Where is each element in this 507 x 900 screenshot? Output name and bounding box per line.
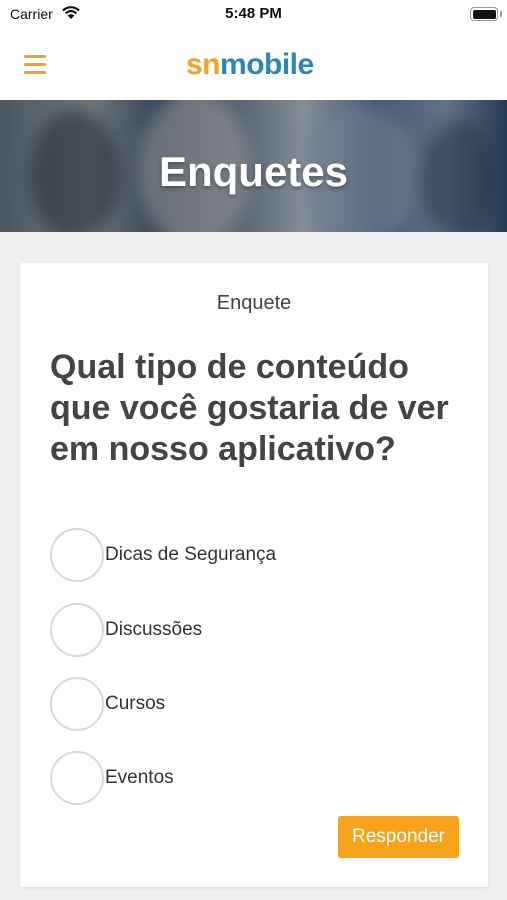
app-logo: snmobile — [186, 48, 314, 82]
status-bar: Carrier 5:48 PM — [0, 0, 507, 28]
option-label: Cursos — [105, 693, 166, 714]
option-label: Dicas de Segurança — [105, 544, 277, 565]
radio-button[interactable] — [50, 603, 104, 657]
hero-banner: Enquetes — [0, 100, 507, 232]
app-bar: snmobile — [0, 28, 507, 100]
hamburger-menu-icon[interactable] — [24, 55, 46, 75]
poll-option-dicas-de-seguranca[interactable]: Dicas de Segurança — [50, 528, 450, 584]
radio-button[interactable] — [50, 677, 104, 731]
option-label: Eventos — [105, 767, 174, 788]
page-title: Enquetes — [158, 148, 349, 195]
logo-part-mobile: mobile — [220, 48, 314, 81]
status-time: 5:48 PM — [225, 5, 282, 22]
poll-option-cursos[interactable]: Cursos — [50, 677, 450, 733]
poll-label: Enquete — [216, 292, 292, 314]
submit-button[interactable]: Responder — [338, 816, 459, 858]
radio-button[interactable] — [50, 751, 104, 805]
battery-tip — [500, 11, 502, 17]
battery-icon — [470, 7, 498, 21]
logo-part-sn: sn — [186, 48, 221, 81]
radio-button[interactable] — [50, 528, 104, 582]
option-label: Discussões — [105, 619, 203, 640]
poll-option-discussoes[interactable]: Discussões — [50, 603, 450, 659]
poll-option-eventos[interactable]: Eventos — [50, 751, 450, 807]
poll-card: Enquete Qual tipo de conteúdo que você g… — [20, 263, 488, 887]
poll-question: Qual tipo de conteúdo que você gostaria … — [50, 348, 449, 468]
